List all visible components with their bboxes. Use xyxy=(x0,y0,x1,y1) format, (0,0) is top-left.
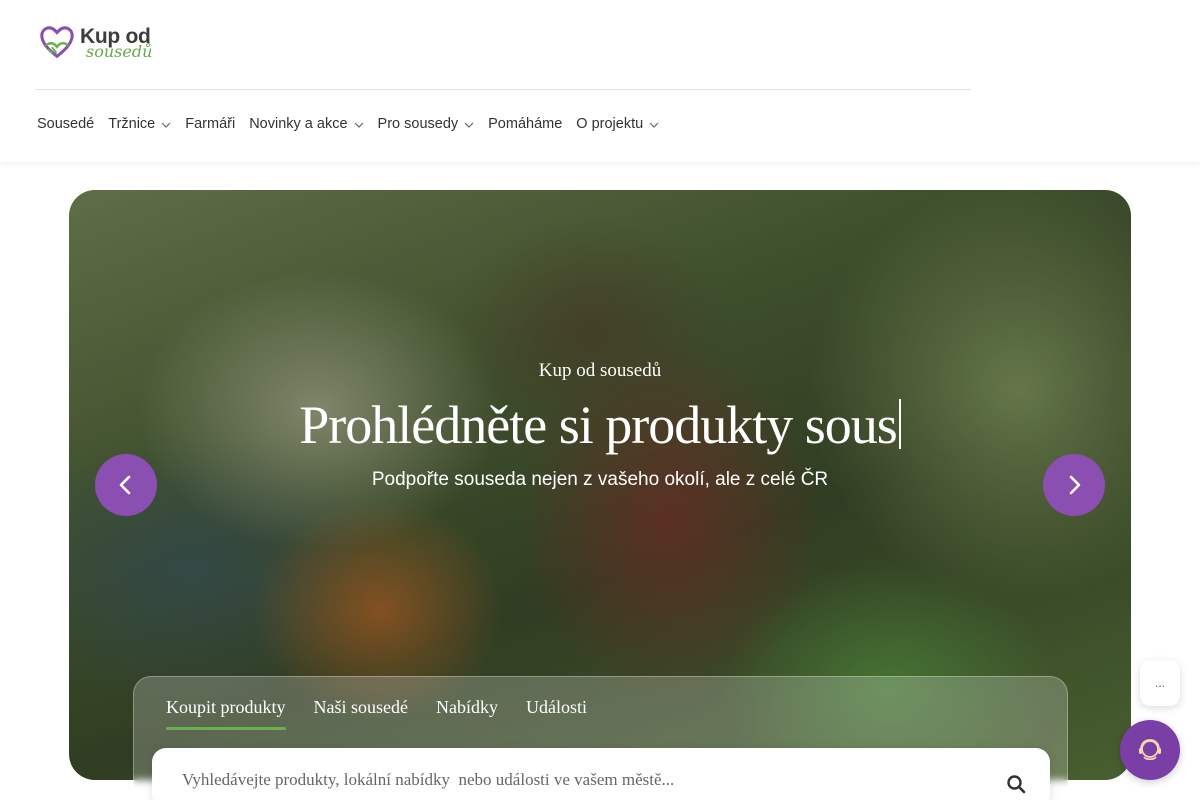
chat-launcher-button[interactable] xyxy=(1120,720,1180,780)
search-tabs: Koupit produkty Naši sousedé Nabídky Udá… xyxy=(166,697,615,730)
nav-label: Novinky a akce xyxy=(249,116,348,132)
nav-item-pro-sousedy[interactable]: Pro sousedy xyxy=(378,116,475,132)
heart-logo-icon xyxy=(40,26,74,59)
nav-item-sousede[interactable]: Sousedé xyxy=(37,116,94,132)
nav-item-novinky[interactable]: Novinky a akce xyxy=(249,116,363,132)
chevron-right-icon xyxy=(1069,475,1081,495)
search-box xyxy=(152,748,1050,800)
nav-item-o-projektu[interactable]: O projektu xyxy=(576,116,659,132)
hero-title-text: Prohlédněte si produkty sous xyxy=(299,395,897,455)
site-logo[interactable]: Kup od sousedů xyxy=(38,22,178,64)
main-nav: Sousedé Tržnice Farmáři Novinky a akce P… xyxy=(37,116,673,132)
hero-kicker: Kup od sousedů xyxy=(538,360,662,381)
nav-label: O projektu xyxy=(576,116,644,132)
hero-subtitle: Podpořte souseda nejen z vašeho okolí, a… xyxy=(371,469,829,490)
tab-udalosti[interactable]: Události xyxy=(526,697,587,730)
chevron-down-icon xyxy=(354,122,363,128)
search-icon[interactable] xyxy=(1006,774,1026,794)
nav-label: Pro sousedy xyxy=(377,116,459,132)
nav-item-farmari[interactable]: Farmáři xyxy=(185,116,235,132)
nav-label: Sousedé xyxy=(37,116,95,132)
nav-item-trznice[interactable]: Tržnice xyxy=(108,116,171,132)
chevron-down-icon xyxy=(464,122,474,128)
header-divider xyxy=(35,89,971,90)
hero-title: Prohlédněte si produkty sous xyxy=(69,394,1131,456)
nav-label: Tržnice xyxy=(108,116,156,132)
chevron-down-icon xyxy=(649,122,659,128)
chevron-down-icon xyxy=(161,122,171,128)
logo-line-2: sousedů xyxy=(86,42,153,61)
typing-caret xyxy=(898,399,901,449)
site-header: Kup od sousedů Sousedé Tržnice Farmáři N… xyxy=(0,0,1200,162)
nav-item-pomahame[interactable]: Pomáháme xyxy=(488,116,562,132)
search-input[interactable] xyxy=(182,770,982,790)
logo-wordmark: Kup od sousedů xyxy=(80,26,152,60)
chevron-left-icon xyxy=(119,475,131,495)
chat-teaser-bubble[interactable]: ... xyxy=(1140,660,1180,706)
chat-agent-icon xyxy=(1139,739,1161,761)
tab-koupit-produkty[interactable]: Koupit produkty xyxy=(166,697,286,730)
tab-nasi-sousede[interactable]: Naši sousedé xyxy=(314,697,408,730)
slider-prev-button[interactable] xyxy=(95,454,157,516)
search-panel: Koupit produkty Naši sousedé Nabídky Udá… xyxy=(133,676,1068,800)
nav-label: Farmáři xyxy=(185,116,236,132)
tab-nabidky[interactable]: Nabídky xyxy=(436,697,498,730)
nav-label: Pomáháme xyxy=(488,116,563,132)
slider-next-button[interactable] xyxy=(1043,454,1105,516)
